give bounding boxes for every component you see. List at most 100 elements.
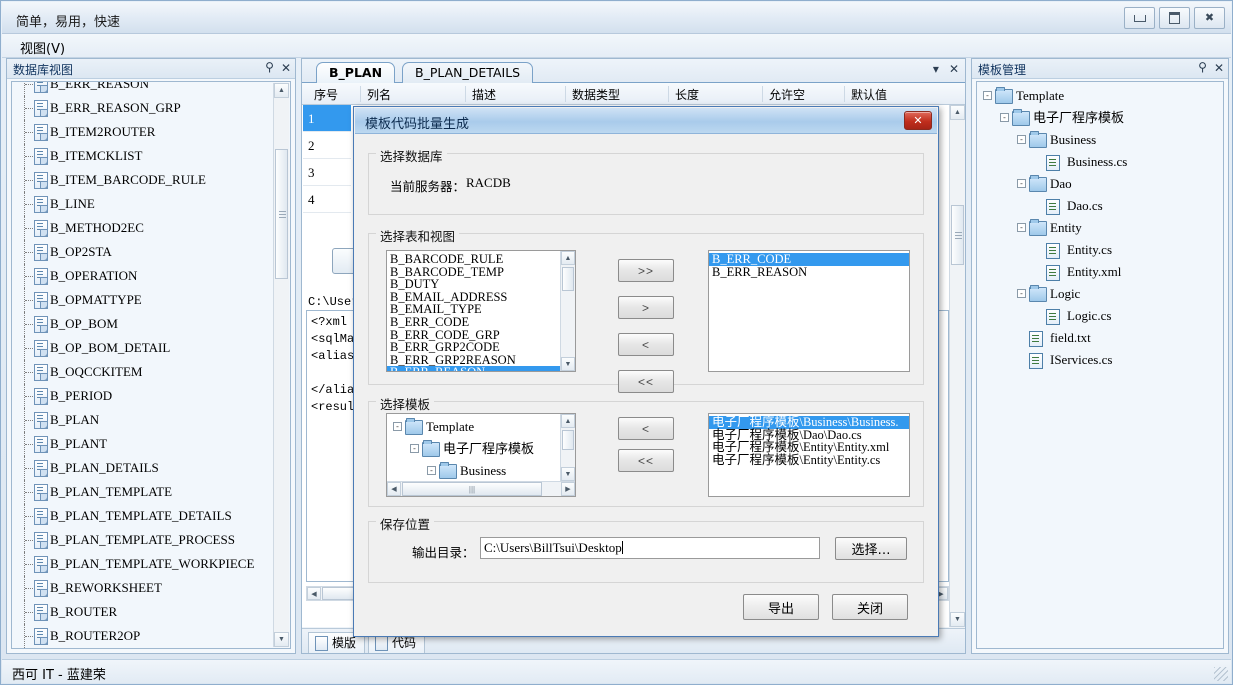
database-tree-item[interactable]: B_PLANT	[12, 432, 274, 456]
database-tree-item[interactable]: B_PLAN_DETAILS	[12, 456, 274, 480]
database-tree-item[interactable]: B_ITEM_BARCODE_RULE	[12, 168, 274, 192]
table-row[interactable]: 2	[303, 132, 351, 159]
database-tree-item[interactable]: B_REWORKSHEET	[12, 576, 274, 600]
expander-icon[interactable]: -	[410, 444, 419, 453]
database-tree-item[interactable]: B_OP2STA	[12, 240, 274, 264]
database-tree-item[interactable]: B_LINE	[12, 192, 274, 216]
template-tree[interactable]: - Template - 电子厂程序模板 - Business Business.cs - Da…	[976, 81, 1224, 649]
tab-dropdown-icon[interactable]: ▾	[933, 62, 939, 76]
scrollbar-thumb[interactable]	[951, 205, 964, 265]
template-move-left-button[interactable]: <	[618, 417, 674, 440]
selected-template-item[interactable]: 电子厂程序模板\Entity\Entity.cs	[709, 454, 909, 467]
expander-icon[interactable]: -	[1017, 223, 1026, 232]
scroll-up-icon[interactable]: ▲	[274, 83, 289, 98]
export-button[interactable]: 导出	[743, 594, 819, 620]
menu-item-view[interactable]: 视图(V)	[20, 38, 65, 57]
template-file-node[interactable]: Logic.cs	[977, 305, 1223, 327]
available-table-item[interactable]: B_ERR_REASON	[387, 366, 560, 371]
scrollbar-thumb[interactable]	[562, 267, 574, 291]
database-tree-item[interactable]: B_ERR_REASON_GRP	[12, 96, 274, 120]
resize-grip-icon[interactable]	[1214, 667, 1228, 681]
database-tree-item[interactable]: B_PERIOD	[12, 384, 274, 408]
selected-template-item[interactable]: 电子厂程序模板\Business\Business.	[709, 416, 909, 429]
database-tree[interactable]: B_ERR_REASON B_ERR_REASON_GRP B_ITEM2ROUTE…	[11, 81, 291, 649]
template-tree-vscrollbar[interactable]: ▲ ▼	[560, 414, 575, 481]
expander-icon[interactable]: -	[1000, 113, 1009, 122]
database-tree-item[interactable]: B_PLAN_TEMPLATE_WORKPIECE	[12, 552, 274, 576]
hscrollbar-thumb[interactable]: |||	[402, 482, 542, 496]
close-icon[interactable]: ✕	[1214, 61, 1224, 75]
template-file-node[interactable]: Dao.cs	[977, 195, 1223, 217]
scroll-up-icon[interactable]: ▲	[950, 105, 965, 120]
template-file-node[interactable]: Entity.cs	[977, 239, 1223, 261]
tab-b-plan-details[interactable]: B_PLAN_DETAILS	[402, 62, 534, 83]
template-folder-node[interactable]: - Dao	[977, 173, 1223, 195]
table-row[interactable]: 1	[303, 105, 351, 132]
maximize-button[interactable]	[1159, 7, 1190, 29]
database-tree-item[interactable]: B_ROUTER2OP	[12, 624, 274, 648]
close-button[interactable]: ✖	[1194, 7, 1225, 29]
available-table-item[interactable]: B_DUTY	[387, 278, 560, 291]
table-row[interactable]: 3	[303, 159, 351, 186]
selected-table-item[interactable]: B_ERR_REASON	[709, 265, 909, 279]
tab-b-plan[interactable]: B_PLAN	[316, 62, 396, 83]
expander-icon[interactable]: -	[393, 422, 402, 431]
scroll-down-icon[interactable]: ▼	[274, 632, 289, 647]
move-right-button[interactable]: >	[618, 296, 674, 319]
move-all-right-button[interactable]: >>	[618, 259, 674, 282]
template-file-node[interactable]: field.txt	[977, 327, 1223, 349]
expander-icon[interactable]: -	[427, 466, 436, 475]
template-move-all-left-button[interactable]: <<	[618, 449, 674, 472]
scroll-down-icon[interactable]: ▼	[561, 357, 575, 371]
cancel-button[interactable]: 关闭	[832, 594, 908, 620]
available-tables-scrollbar[interactable]: ▲ ▼	[560, 251, 575, 371]
move-all-left-button[interactable]: <<	[618, 370, 674, 393]
template-folder-node[interactable]: - 电子厂程序模板	[977, 107, 1223, 129]
available-tables-list[interactable]: B_BARCODE_RULE B_BARCODE_TEMP B_DUTY B_EMAI…	[386, 250, 576, 372]
template-file-node[interactable]: IServices.cs	[977, 349, 1223, 371]
close-icon[interactable]: ✕	[281, 61, 291, 75]
template-file-node[interactable]: Business.cs	[977, 151, 1223, 173]
database-tree-item[interactable]: B_METHOD2EC	[12, 216, 274, 240]
selected-table-item[interactable]: B_ERR_CODE	[709, 253, 909, 266]
available-table-item[interactable]: B_BARCODE_RULE	[387, 253, 560, 266]
database-tree-item[interactable]: B_PLAN_TEMPLATE	[12, 480, 274, 504]
move-left-button[interactable]: <	[618, 333, 674, 356]
scroll-down-icon[interactable]: ▼	[950, 612, 965, 627]
scroll-up-icon[interactable]: ▲	[561, 251, 575, 265]
database-tree-item[interactable]: B_ITEM2ROUTER	[12, 120, 274, 144]
selected-templates-list[interactable]: 电子厂程序模板\Business\Business. 电子厂程序模板\Dao\Da…	[708, 413, 910, 497]
output-directory-input[interactable]: C:\Users\BillTsui\Desktop	[480, 537, 820, 559]
database-tree-item[interactable]: B_PLAN_TEMPLATE_DETAILS	[12, 504, 274, 528]
database-tree-item[interactable]: B_OPMATTYPE	[12, 288, 274, 312]
database-tree-item[interactable]: B_ITEMCKLIST	[12, 144, 274, 168]
template-folder-node[interactable]: - Entity	[977, 217, 1223, 239]
template-file-node[interactable]: Entity.xml	[977, 261, 1223, 283]
database-tree-item[interactable]: B_ROUTER	[12, 600, 274, 624]
database-tree-item[interactable]: B_OP_BOM_DETAIL	[12, 336, 274, 360]
table-row[interactable]: 4	[303, 186, 351, 213]
dialog-close-button[interactable]: ✕	[904, 111, 932, 130]
template-folder-node[interactable]: - Business	[977, 129, 1223, 151]
template-source-tree[interactable]: -Template-电子厂程序模板-BusinessBusiness.cs ▲ …	[386, 413, 576, 497]
expander-icon[interactable]: -	[983, 91, 992, 100]
template-folder-node[interactable]: - 电子厂程序模板	[387, 438, 575, 460]
database-tree-item[interactable]: B_PLAN_TEMPLATE_PROCESS	[12, 528, 274, 552]
database-tree-item[interactable]: B_OQCCKITEM	[12, 360, 274, 384]
scroll-left-icon[interactable]: ◀	[387, 482, 401, 496]
scroll-down-icon[interactable]: ▼	[561, 467, 575, 481]
database-tree-item[interactable]: B_ROUTER2OP_WO	[12, 648, 274, 649]
database-tree-item[interactable]: B_OP_BOM	[12, 312, 274, 336]
browse-button[interactable]: 选择…	[835, 537, 907, 560]
pin-icon[interactable]: ⚲	[265, 61, 274, 75]
scrollbar-thumb[interactable]	[275, 149, 288, 279]
expander-icon[interactable]: -	[1017, 289, 1026, 298]
template-tree-hscrollbar[interactable]: ◀ ||| ▶	[387, 481, 575, 496]
scrollbar-thumb[interactable]	[562, 430, 574, 450]
database-tree-item[interactable]: B_ERR_REASON	[12, 82, 274, 96]
pin-icon[interactable]: ⚲	[1198, 61, 1207, 75]
available-table-item[interactable]: B_ERR_CODE	[387, 316, 560, 329]
template-folder-node[interactable]: - Logic	[977, 283, 1223, 305]
scroll-left-icon[interactable]: ◀	[307, 587, 321, 600]
scroll-up-icon[interactable]: ▲	[561, 414, 575, 428]
